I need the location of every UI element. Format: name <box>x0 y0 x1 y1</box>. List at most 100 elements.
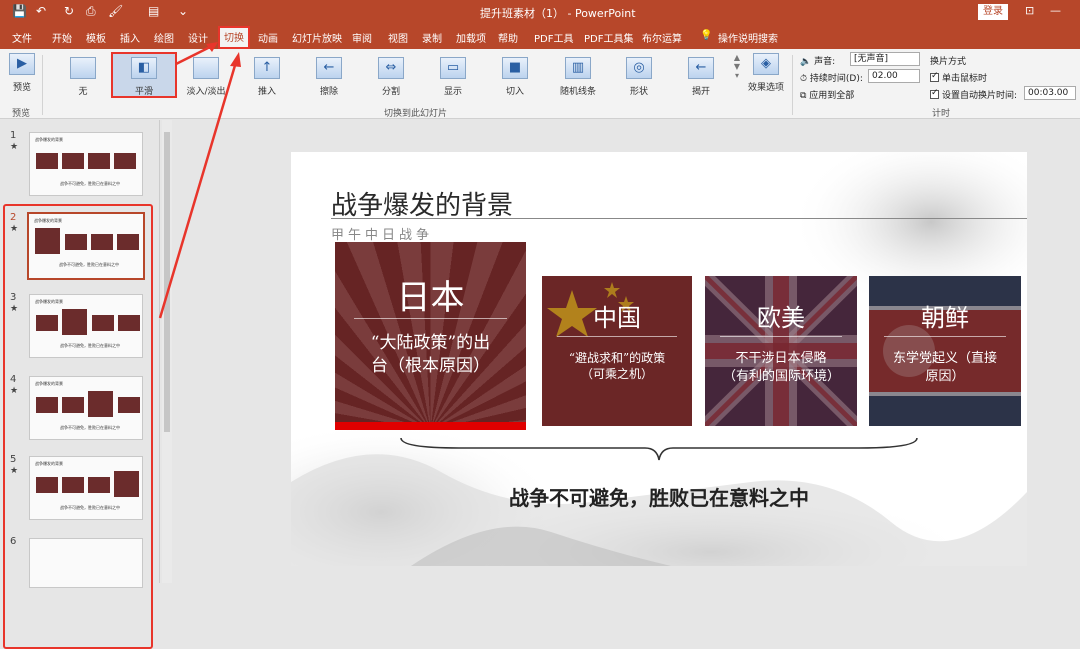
card-divider <box>720 336 842 337</box>
redo-icon[interactable]: ↻ <box>64 4 74 18</box>
transition-random-bars[interactable]: ▥ 随机线条 <box>556 57 600 97</box>
preview-label: 预览 <box>12 83 31 93</box>
wipe-transition-icon: ← <box>316 57 342 79</box>
tab-file[interactable]: 文件 <box>12 30 32 45</box>
after-checkbox[interactable]: 设置自动换片时间: <box>930 88 1017 101</box>
transition-label: 切入 <box>505 87 524 97</box>
uncover-transition-icon: ← <box>688 57 714 79</box>
format-painter-icon[interactable]: 🖌 <box>108 4 123 18</box>
transition-wipe[interactable]: ← 擦除 <box>314 57 344 97</box>
card-japan[interactable]: 日本 “大陆政策”的出台（根本原因） <box>335 242 526 430</box>
split-transition-icon: ⇔ <box>378 57 404 79</box>
transition-label: 分割 <box>381 87 400 97</box>
tab-template[interactable]: 模板 <box>86 30 106 45</box>
tab-transitions[interactable]: 切换 <box>218 26 250 49</box>
cut-transition-icon: ■ <box>502 57 528 79</box>
slide-conclusion: 战争不可避免，胜败已在意料之中 <box>509 486 809 510</box>
customize-toolbar-icon[interactable]: ⌄ <box>178 4 188 18</box>
transition-label: 显示 <box>443 87 462 97</box>
transition-split[interactable]: ⇔ 分割 <box>376 57 406 97</box>
card-description: 不干涉日本侵略（有利的国际环境） <box>723 351 841 384</box>
checkbox-icon <box>930 88 939 99</box>
card-europe-america[interactable]: 欧美 不干涉日本侵略（有利的国际环境） <box>705 276 857 426</box>
effect-options-button[interactable]: ◈ 效果选项 <box>746 53 786 93</box>
card-divider <box>884 336 1006 337</box>
card-description: “避战求和”的政策（可乘之机） <box>568 351 666 382</box>
transition-none[interactable]: 无 <box>68 57 98 97</box>
card-description: “大陆政策”的出台（根本原因） <box>370 333 491 376</box>
transition-uncover[interactable]: ← 揭开 <box>686 57 716 97</box>
tab-animations[interactable]: 动画 <box>258 30 278 45</box>
slide-thumbnail-1[interactable]: 战争爆发的背景 战争不可避免，胜败已在意料之中 <box>29 132 143 196</box>
card-korea[interactable]: 朝鲜 东学党起义（直接原因） <box>869 276 1021 426</box>
transition-cut[interactable]: ■ 切入 <box>500 57 530 97</box>
login-button[interactable]: 登录 <box>978 4 1008 20</box>
transition-label: 平滑 <box>134 87 153 97</box>
after-time-field[interactable]: 00:03.00 <box>1024 86 1076 100</box>
preview-group-label: 预览 <box>12 109 31 119</box>
transition-reveal[interactable]: ▭ 显示 <box>438 57 468 97</box>
selection-highlight-box <box>3 204 153 649</box>
fade-transition-icon <box>193 57 219 79</box>
sound-dropdown[interactable]: [无声音] <box>850 52 920 66</box>
minimize-button[interactable]: — <box>1050 4 1061 17</box>
card-china[interactable]: 中国 “避战求和”的政策（可乘之机） <box>542 276 692 426</box>
scrollbar-thumb[interactable] <box>164 132 170 432</box>
tab-draw[interactable]: 绘图 <box>154 30 174 45</box>
gallery-scroll[interactable]: ▲ ▼ ▾ <box>732 53 742 80</box>
card-divider <box>557 336 677 337</box>
print-preview-icon[interactable]: ⎙ <box>86 4 96 19</box>
tell-me-search[interactable]: 操作说明搜索 <box>718 30 778 45</box>
morph-transition-icon: ◧ <box>131 57 157 79</box>
undo-icon[interactable]: ↶ <box>36 4 46 18</box>
curly-brace <box>400 437 918 461</box>
tab-insert[interactable]: 插入 <box>120 30 140 45</box>
duration-field[interactable]: 02.00 <box>868 69 920 83</box>
transition-label: 揭开 <box>691 87 710 97</box>
card-description: 东学党起义（直接原因） <box>892 351 997 384</box>
tab-design[interactable]: 设计 <box>188 30 208 45</box>
tab-slideshow[interactable]: 幻灯片放映 <box>292 30 342 45</box>
tab-view[interactable]: 视图 <box>388 30 408 45</box>
on-click-checkbox[interactable]: 单击鼠标时 <box>930 71 987 84</box>
transition-label: 推入 <box>257 87 276 97</box>
push-transition-icon: ↑ <box>254 57 280 79</box>
preview-button[interactable]: ▶ 预览 <box>8 53 36 93</box>
transition-morph[interactable]: ◧ 平滑 <box>126 57 162 97</box>
tab-addins[interactable]: 加载项 <box>456 30 486 45</box>
layout-icon[interactable]: ▤ <box>148 4 159 18</box>
transitions-group-label: 切换到此幻灯片 <box>384 109 448 119</box>
transition-shape[interactable]: ◎ 形状 <box>624 57 654 97</box>
tab-pdf-tools[interactable]: PDF工具 <box>534 30 573 45</box>
ribbon-display-icon[interactable]: ⊡ <box>1025 4 1034 17</box>
window-title: 提升班素材（1） - PowerPoint <box>480 7 636 20</box>
advance-slide-label: 换片方式 <box>930 57 967 67</box>
tab-pdf-toolset[interactable]: PDF工具集 <box>584 30 633 45</box>
transition-push[interactable]: ↑ 推入 <box>252 57 282 97</box>
tab-review[interactable]: 审阅 <box>352 30 372 45</box>
transition-fade[interactable]: 淡入/淡出 <box>184 57 228 97</box>
title-bar: 💾 ↶ ↻ ⎙ 🖌 ▤ ⌄ 提升班素材（1） - PowerPoint 登录 ⊡… <box>0 0 1080 25</box>
tab-boolean[interactable]: 布尔运算 <box>642 30 682 45</box>
effect-options-icon: ◈ <box>753 53 779 75</box>
ribbon-transitions: ▶ 预览 预览 无 ◧ 平滑 淡入/淡出 ↑ 推入 ← 擦除 ⇔ 分割 ▭ 显示… <box>0 49 1080 119</box>
save-icon[interactable]: 💾 <box>12 4 27 18</box>
slide-canvas[interactable]: 战争爆发的背景 甲午中日战争 日本 “大陆政策”的出台（根本原因） 中国 “避战… <box>291 152 1027 566</box>
tab-record[interactable]: 录制 <box>422 30 442 45</box>
reveal-transition-icon: ▭ <box>440 57 466 79</box>
tab-help[interactable]: 帮助 <box>498 30 518 45</box>
apply-all-button[interactable]: ⧉ 应用到全部 <box>800 88 854 101</box>
shape-transition-icon: ◎ <box>626 57 652 79</box>
card-divider <box>354 318 507 319</box>
thumbnail-scrollbar[interactable] <box>162 120 172 583</box>
transition-star-icon: ★ <box>10 142 19 152</box>
active-card-bar <box>335 422 526 430</box>
card-title: 朝鲜 <box>921 304 969 332</box>
card-title: 日本 <box>396 278 465 318</box>
tab-home[interactable]: 开始 <box>52 30 72 45</box>
transition-label: 形状 <box>629 87 648 97</box>
card-title: 中国 <box>593 304 641 332</box>
transition-label: 无 <box>78 87 88 97</box>
slide-title: 战争爆发的背景 <box>331 191 514 221</box>
slide-subtitle: 甲午中日战争 <box>331 228 434 243</box>
